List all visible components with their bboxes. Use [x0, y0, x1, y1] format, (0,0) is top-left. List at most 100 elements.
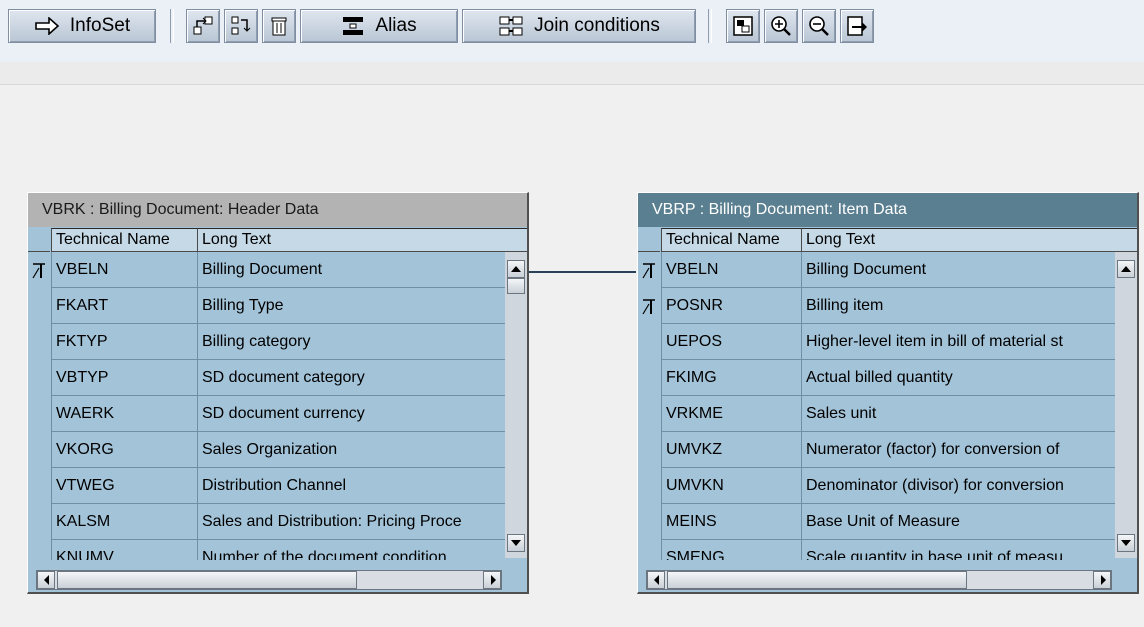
- key-field-icon: [31, 261, 47, 279]
- table-row[interactable]: VRKME Sales unit: [638, 396, 1118, 432]
- column-header-technical-name[interactable]: Technical Name: [51, 228, 198, 252]
- cell-long-text: Denominator (divisor) for conversion: [801, 468, 1118, 504]
- scroll-right-button[interactable]: [483, 571, 501, 589]
- table-vbrp[interactable]: VBRP : Billing Document: Item Data Techn…: [637, 192, 1139, 594]
- table-title[interactable]: VBRP : Billing Document: Item Data: [638, 193, 1137, 227]
- infoset-label: InfoSet: [69, 15, 131, 36]
- table-row[interactable]: UMVKN Denominator (divisor) for conversi…: [638, 468, 1118, 504]
- join-conditions-label: Join conditions: [534, 15, 660, 36]
- cell-long-text: Billing category: [197, 324, 508, 360]
- vertical-scrollbar[interactable]: [1115, 252, 1137, 558]
- alias-label: Alias: [375, 15, 417, 36]
- table-row[interactable]: WAERK SD document currency: [28, 396, 508, 432]
- cell-long-text: Billing item: [801, 288, 1118, 324]
- table-row[interactable]: VTWEG Distribution Channel: [28, 468, 508, 504]
- table-title[interactable]: VBRK : Billing Document: Header Data: [28, 193, 527, 227]
- cell-technical-name: VBELN: [51, 252, 197, 288]
- overview-icon: [732, 15, 754, 37]
- column-header-long-text[interactable]: Long Text: [197, 228, 527, 252]
- cell-technical-name: FKTYP: [51, 324, 197, 360]
- cell-long-text: Numerator (factor) for conversion of: [801, 432, 1118, 468]
- hscroll-thumb[interactable]: [57, 571, 357, 589]
- horizontal-scrollbar[interactable]: [28, 566, 527, 592]
- key-field-icon: [641, 297, 657, 315]
- zoom-out-button[interactable]: [802, 9, 836, 43]
- table-row[interactable]: UMVKZ Numerator (factor) for conversion …: [638, 432, 1118, 468]
- select-all-cell[interactable]: [28, 228, 50, 252]
- scroll-down-button[interactable]: [1117, 534, 1135, 552]
- cell-long-text: SD document category: [197, 360, 508, 396]
- join-conditions-button[interactable]: Join conditions: [462, 9, 696, 43]
- infoset-button[interactable]: InfoSet: [8, 9, 156, 43]
- scroll-right-button[interactable]: [1093, 571, 1111, 589]
- table-row[interactable]: POSNR Billing item: [638, 288, 1118, 324]
- table-row[interactable]: FKTYP Billing category: [28, 324, 508, 360]
- cell-long-text: Base Unit of Measure: [801, 504, 1118, 540]
- toolbar-separator: [170, 9, 174, 43]
- export-icon: [846, 15, 868, 37]
- cell-technical-name: VKORG: [51, 432, 197, 468]
- overview-button[interactable]: [726, 9, 760, 43]
- table-row[interactable]: SMENG Scale quantity in base unit of mea…: [638, 540, 1115, 560]
- arrow-right-icon: [34, 17, 60, 35]
- cell-long-text: Billing Type: [197, 288, 508, 324]
- cell-technical-name: KALSM: [51, 504, 197, 540]
- table-row[interactable]: VBELN Billing Document: [638, 252, 1118, 288]
- table-vbrk[interactable]: VBRK : Billing Document: Header Data Tec…: [27, 192, 529, 594]
- select-all-cell[interactable]: [638, 228, 660, 252]
- scroll-up-button[interactable]: [507, 260, 525, 278]
- scroll-up-button[interactable]: [1117, 260, 1135, 278]
- cell-technical-name: KNUMV: [51, 540, 197, 560]
- cell-long-text: Sales Organization: [197, 432, 508, 468]
- cell-technical-name: POSNR: [661, 288, 801, 324]
- table-row[interactable]: VBTYP SD document category: [28, 360, 508, 396]
- alias-button[interactable]: Alias: [300, 9, 458, 43]
- cell-long-text: Distribution Channel: [197, 468, 508, 504]
- vertical-scrollbar[interactable]: [505, 252, 527, 558]
- table-row[interactable]: VBELN Billing Document: [28, 252, 508, 288]
- hierarchy-down-button[interactable]: [224, 9, 258, 43]
- hierarchy-down-icon: [230, 15, 252, 37]
- hscroll-track[interactable]: [646, 570, 1112, 590]
- cell-technical-name: UEPOS: [661, 324, 801, 360]
- table-rows: VBELN Billing Document FKART Billing Typ…: [28, 252, 527, 560]
- cell-technical-name: VBELN: [661, 252, 801, 288]
- table-row[interactable]: VKORG Sales Organization: [28, 432, 508, 468]
- arrow-up-icon: [1121, 266, 1131, 272]
- arrow-down-icon: [1121, 540, 1131, 546]
- cell-long-text: Scale quantity in base unit of measu: [801, 540, 1118, 560]
- join-conditions-icon: [498, 15, 524, 37]
- zoom-in-button[interactable]: [764, 9, 798, 43]
- arrow-down-icon: [511, 540, 521, 546]
- column-header-technical-name[interactable]: Technical Name: [661, 228, 802, 252]
- export-button[interactable]: [840, 9, 874, 43]
- hierarchy-up-icon: [192, 15, 214, 37]
- hscroll-track[interactable]: [36, 570, 502, 590]
- zoom-in-icon: [770, 15, 792, 37]
- alias-icon: [341, 15, 365, 37]
- table-row[interactable]: FKIMG Actual billed quantity: [638, 360, 1118, 396]
- scroll-left-button[interactable]: [647, 571, 665, 589]
- table-row[interactable]: FKART Billing Type: [28, 288, 508, 324]
- hierarchy-up-button[interactable]: [186, 9, 220, 43]
- cell-technical-name: VBTYP: [51, 360, 197, 396]
- delete-button[interactable]: [262, 9, 296, 43]
- hscroll-thumb[interactable]: [667, 571, 967, 589]
- status-strip: [0, 62, 1144, 85]
- scroll-thumb[interactable]: [507, 278, 525, 294]
- scroll-down-button[interactable]: [507, 534, 525, 552]
- cell-long-text: SD document currency: [197, 396, 508, 432]
- cell-technical-name: SMENG: [661, 540, 801, 560]
- table-row[interactable]: KNUMV Number of the document condition: [28, 540, 505, 560]
- cell-long-text: Number of the document condition: [197, 540, 508, 560]
- table-row[interactable]: UEPOS Higher-level item in bill of mater…: [638, 324, 1118, 360]
- scroll-left-button[interactable]: [37, 571, 55, 589]
- cell-technical-name: MEINS: [661, 504, 801, 540]
- table-header: Technical Name Long Text: [28, 228, 527, 252]
- toolbar: InfoSet Alias Join conditions: [0, 0, 1144, 63]
- horizontal-scrollbar[interactable]: [638, 566, 1137, 592]
- table-row[interactable]: MEINS Base Unit of Measure: [638, 504, 1118, 540]
- column-header-long-text[interactable]: Long Text: [801, 228, 1137, 252]
- table-row[interactable]: KALSM Sales and Distribution: Pricing Pr…: [28, 504, 508, 540]
- cell-technical-name: VRKME: [661, 396, 801, 432]
